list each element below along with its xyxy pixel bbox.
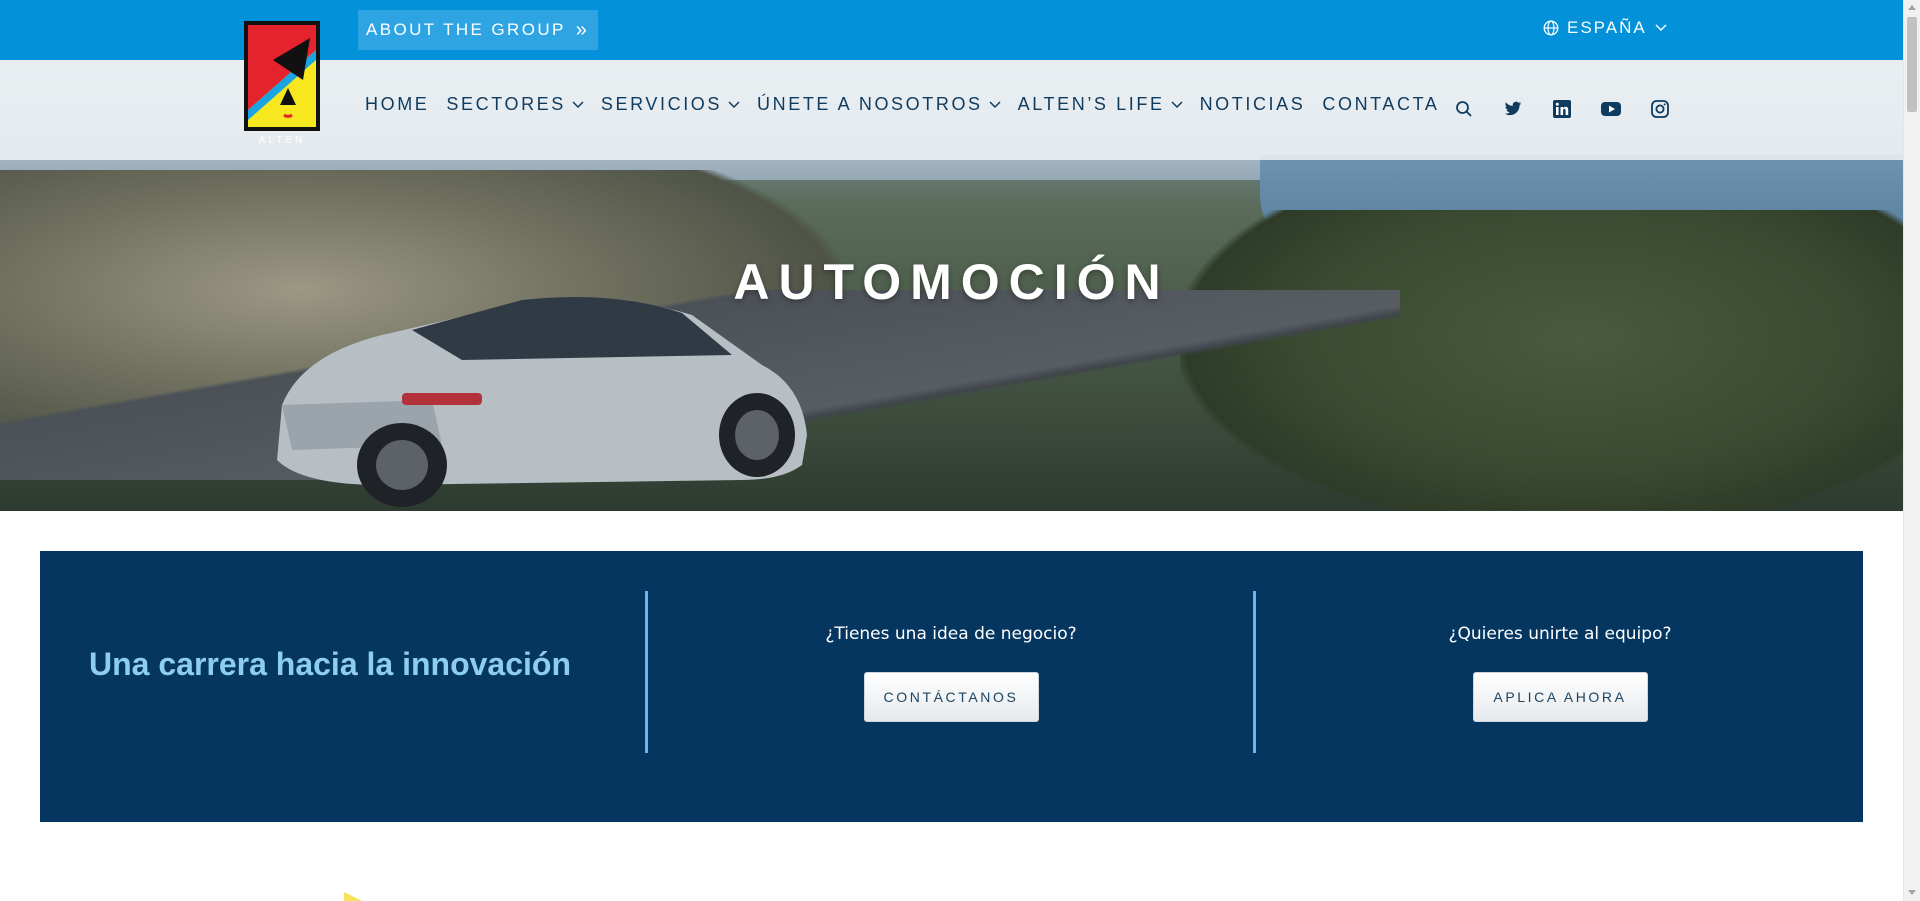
contact-button[interactable]: CONTÁCTANOS (863, 672, 1039, 722)
scroll-down-arrow-icon[interactable] (1908, 890, 1916, 895)
search-icon[interactable] (1452, 97, 1476, 121)
nav-item-label: ALTEN’S LIFE (1017, 94, 1165, 114)
chevron-down-icon (989, 100, 1001, 108)
linkedin-icon[interactable] (1550, 97, 1574, 121)
nav-item-sectores[interactable]: SECTORES (446, 94, 584, 115)
nav-item-label: HOME (365, 94, 430, 114)
language-selector[interactable]: ESPAÑA (1543, 18, 1675, 38)
nav-item-únete-a-nosotros[interactable]: ÚNETE A NOSOTROS (757, 94, 1001, 115)
nav-item-contacta[interactable]: CONTACTA (1322, 94, 1439, 115)
twitter-icon[interactable] (1501, 97, 1525, 121)
apply-now-button[interactable]: APLICA AHORA (1472, 672, 1648, 722)
band-tagline: Una carrera hacia la innovación (89, 646, 571, 682)
instagram-icon[interactable] (1648, 97, 1672, 121)
hero-car-image (277, 296, 807, 507)
nav-item-servicios[interactable]: SERVICIOS (601, 94, 740, 115)
chevron-down-icon (1655, 24, 1667, 32)
nav-item-home[interactable]: HOME (365, 94, 429, 115)
hero-title: AUTOMOCIÓN (733, 254, 1170, 310)
page: ABOUT THE GROUP » ESPAÑA ALTEN HOME SECTO… (0, 0, 1920, 901)
chevron-down-icon (728, 100, 740, 108)
nav-item-label: ÚNETE A NOSOTROS (757, 94, 983, 114)
join-team-column: ¿Quieres unirte al equipo? APLICA AHORA (1410, 624, 1710, 722)
globe-icon (1543, 20, 1559, 36)
business-idea-column: ¿Tienes una idea de negocio? CONTÁCTANOS (801, 624, 1101, 722)
chevron-down-icon (1171, 100, 1183, 108)
join-team-question: ¿Quieres unirte al equipo? (1448, 624, 1672, 644)
divider (645, 591, 648, 753)
nav-item-label: SERVICIOS (600, 94, 723, 114)
double-chevron-right-icon: » (575, 18, 587, 41)
nav-item-noticias[interactable]: NOTICIAS (1200, 94, 1306, 115)
page-scrollbar[interactable] (1903, 0, 1920, 901)
about-the-group-label: ABOUT THE GROUP (366, 20, 566, 39)
cta-band: Una carrera hacia la innovación ¿Tienes … (40, 551, 1863, 822)
logo-wordmark: ALTEN (259, 135, 306, 146)
nav-item-label: CONTACTA (1322, 94, 1440, 114)
nav-item-label: SECTORES (446, 94, 566, 114)
decorative-shape (344, 892, 362, 901)
social-icons (1452, 97, 1697, 121)
youtube-icon[interactable] (1599, 97, 1623, 121)
chevron-down-icon (572, 100, 584, 108)
nav-item-label: NOTICIAS (1199, 94, 1306, 114)
about-the-group-button[interactable]: ABOUT THE GROUP » (358, 10, 598, 50)
scrollbar-thumb[interactable] (1907, 17, 1917, 112)
divider (1253, 591, 1256, 753)
main-nav: HOME SECTORES SERVICIOS ÚNETE A NOSOTROS ALT… (365, 94, 1457, 115)
scroll-up-arrow-icon[interactable] (1908, 5, 1916, 10)
language-label: ESPAÑA (1567, 18, 1647, 37)
business-idea-question: ¿Tienes una idea de negocio? (825, 624, 1077, 644)
nav-item-alten-s-life[interactable]: ALTEN’S LIFE (1018, 94, 1183, 115)
alten-logo[interactable]: ALTEN (243, 20, 321, 146)
